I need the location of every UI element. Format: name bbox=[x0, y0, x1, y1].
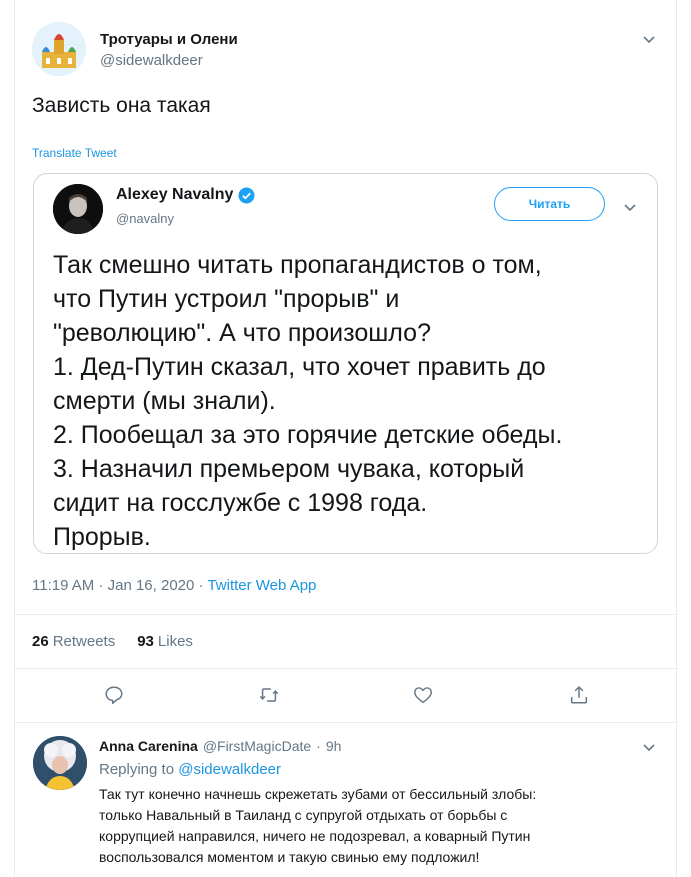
retweets-label: Retweets bbox=[52, 633, 116, 650]
tweet-date[interactable]: Jan 16, 2020 bbox=[108, 577, 195, 594]
likes-count: 93 bbox=[137, 633, 154, 650]
separator-dot: · bbox=[98, 577, 108, 594]
quoted-line: Прорыв. bbox=[53, 523, 151, 551]
chevron-down-icon[interactable] bbox=[621, 198, 639, 216]
chevron-down-icon[interactable] bbox=[640, 738, 658, 756]
heart-icon[interactable] bbox=[410, 682, 436, 708]
likes-label: Likes bbox=[157, 633, 193, 650]
likes-stat[interactable]: 93 Likes bbox=[137, 633, 193, 650]
reply-author-handle[interactable]: @FirstMagicDate bbox=[203, 738, 311, 754]
author-name[interactable]: Тротуары и Олени bbox=[100, 31, 238, 48]
reply-line: коррупцией направился, ничего не подозре… bbox=[99, 828, 531, 844]
tweet-stats: 26 Retweets 93 Likes bbox=[32, 633, 193, 650]
separator-dot: · bbox=[316, 738, 321, 754]
reply-icon[interactable] bbox=[101, 682, 127, 708]
tweet-source-link[interactable]: Twitter Web App bbox=[207, 577, 316, 594]
replying-to: Replying to @sidewalkdeer bbox=[99, 761, 281, 778]
retweet-icon[interactable] bbox=[256, 682, 282, 708]
replying-to-handle[interactable]: @sidewalkdeer bbox=[178, 761, 281, 778]
reply-author-name[interactable]: Anna Carenina bbox=[99, 738, 198, 754]
author-avatar[interactable] bbox=[32, 22, 86, 76]
quoted-line: смерти (мы знали). bbox=[53, 387, 276, 415]
quoted-tweet-card[interactable]: Alexey Navalny @navalny Читать Так смешн… bbox=[33, 173, 658, 554]
quoted-line: сидит на госслужбе с 1998 года. bbox=[53, 489, 428, 517]
quoted-line: 3. Назначил премьером чувака, который bbox=[53, 455, 525, 483]
quoted-line: что Путин устроил "прорыв" и bbox=[53, 285, 400, 313]
chevron-down-icon[interactable] bbox=[640, 30, 658, 48]
tweet-time[interactable]: 11:19 AM bbox=[32, 577, 94, 594]
retweets-count: 26 bbox=[32, 633, 49, 650]
author-handle[interactable]: @sidewalkdeer bbox=[100, 52, 203, 69]
reply-line: воспользовался моментом и такую свинью е… bbox=[99, 849, 480, 865]
quoted-line: 1. Дед-Путин сказал, что хочет править д… bbox=[53, 353, 546, 381]
retweets-stat[interactable]: 26 Retweets bbox=[32, 633, 115, 650]
share-icon[interactable] bbox=[566, 682, 592, 708]
quoted-author-name-row[interactable]: Alexey Navalny bbox=[116, 186, 255, 204]
tweet-timestamp: 11:19 AM · Jan 16, 2020 · Twitter Web Ap… bbox=[32, 577, 316, 594]
quoted-author-avatar[interactable] bbox=[53, 184, 103, 234]
divider bbox=[14, 722, 677, 723]
reply-line: только Навальный в Таиланд с супругой от… bbox=[99, 807, 508, 823]
quoted-author-handle[interactable]: @navalny bbox=[116, 211, 174, 226]
follow-button[interactable]: Читать bbox=[494, 187, 605, 221]
reply-header: Anna Carenina @FirstMagicDate · 9h bbox=[99, 738, 341, 754]
divider bbox=[14, 614, 677, 615]
replying-to-label: Replying to bbox=[99, 761, 175, 778]
reply-age[interactable]: 9h bbox=[326, 738, 342, 754]
quoted-line: Так смешно читать пропагандистов о том, bbox=[53, 251, 542, 279]
tweet-text: Зависть она такая bbox=[32, 94, 211, 117]
quoted-tweet-text: Так смешно читать пропагандистов о том, … bbox=[53, 248, 653, 554]
divider bbox=[14, 668, 677, 669]
reply-line: Так тут конечно начнешь скрежетать зубам… bbox=[99, 786, 537, 802]
quoted-author-name[interactable]: Alexey Navalny bbox=[116, 186, 233, 204]
reply-text: Так тут конечно начнешь скрежетать зубам… bbox=[99, 784, 639, 868]
translate-tweet-link[interactable]: Translate Tweet bbox=[32, 146, 117, 160]
reply-author-avatar[interactable] bbox=[33, 736, 87, 790]
quoted-line: 2. Пообещал за это горячие детские обеды… bbox=[53, 421, 563, 449]
verified-badge-icon bbox=[238, 187, 255, 204]
quoted-line: "революцию". А что произошло? bbox=[53, 319, 431, 347]
